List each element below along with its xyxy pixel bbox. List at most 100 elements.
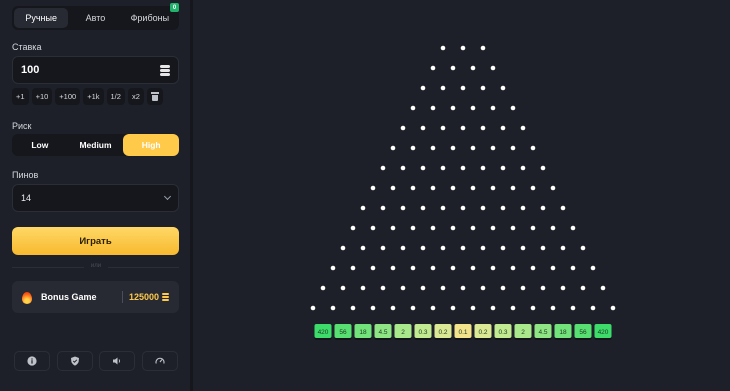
peg [570, 225, 576, 231]
peg [330, 305, 336, 311]
peg [510, 185, 516, 191]
peg [490, 265, 496, 271]
peg [350, 265, 356, 271]
peg [430, 105, 436, 111]
peg [480, 85, 486, 91]
footer-toolbar [14, 351, 178, 371]
peg [360, 245, 366, 251]
peg [490, 225, 496, 231]
multiplier-slot: 0.2 [434, 324, 452, 340]
peg [550, 265, 556, 271]
peg [510, 225, 516, 231]
fairness-button[interactable] [56, 351, 93, 371]
peg [510, 105, 516, 111]
peg [500, 125, 506, 131]
peg [490, 105, 496, 111]
peg [420, 125, 426, 131]
pins-label: Пинов [12, 170, 39, 180]
plinko-pegboard: 420 56 18 4.5 2 0.3 0.2 0.1 0.2 0.3 2 4.5 18 56 420 [310, 45, 616, 340]
risk-low-option[interactable]: Low [12, 134, 68, 156]
peg [450, 305, 456, 311]
peg [530, 145, 536, 151]
peg [370, 185, 376, 191]
peg [370, 225, 376, 231]
risk-high-option[interactable]: High [123, 134, 180, 156]
tab-manual[interactable]: Ручные [14, 8, 69, 28]
peg [360, 285, 366, 291]
peg [460, 285, 466, 291]
play-button[interactable]: Играть [12, 227, 179, 255]
peg [320, 285, 326, 291]
peg [450, 185, 456, 191]
peg [400, 125, 406, 131]
peg [440, 245, 446, 251]
peg [420, 165, 426, 171]
clear-bet-button[interactable] [146, 88, 163, 105]
control-panel: Ручные Авто Фрибоны 0 Ставка 100 +1 +10 … [0, 0, 190, 391]
multiplier-label: 18 [359, 329, 367, 336]
tab-freebets[interactable]: Фрибоны 0 [123, 3, 179, 28]
fire-icon [22, 291, 32, 304]
bet-double-button[interactable]: x2 [127, 88, 144, 105]
peg [480, 165, 486, 171]
peg [390, 225, 396, 231]
peg [450, 65, 456, 71]
multiplier-label: 0.3 [498, 329, 507, 336]
peg [410, 185, 416, 191]
peg [410, 145, 416, 151]
bet-plus-1-button[interactable]: +1 [12, 88, 29, 105]
peg [460, 125, 466, 131]
peg [370, 265, 376, 271]
multiplier-slot: 420 [314, 324, 332, 340]
peg [610, 305, 616, 311]
peg [390, 185, 396, 191]
risk-label: Риск [12, 121, 32, 131]
peg [450, 225, 456, 231]
bet-input[interactable]: 100 [12, 56, 179, 84]
bet-plus-100-button[interactable]: +100 [55, 88, 81, 105]
tab-auto[interactable]: Авто [68, 8, 122, 28]
peg [510, 265, 516, 271]
multiplier-slot: 0.1 [454, 324, 472, 340]
peg [430, 185, 436, 191]
plinko-board: 420 56 18 4.5 2 0.3 0.2 0.1 0.2 0.3 2 4.5 18 56 420 [190, 0, 730, 391]
peg [340, 285, 346, 291]
bet-plus-1k-button[interactable]: +1k [83, 88, 104, 105]
peg [470, 265, 476, 271]
pins-select[interactable]: 14 [12, 184, 179, 212]
peg [520, 205, 526, 211]
peg [430, 145, 436, 151]
mode-tabs: Ручные Авто Фрибоны 0 [12, 3, 179, 30]
peg [430, 305, 436, 311]
bet-half-button[interactable]: 1/2 [106, 88, 125, 105]
peg [430, 265, 436, 271]
speed-button[interactable] [141, 351, 178, 371]
peg [480, 205, 486, 211]
peg [500, 85, 506, 91]
peg [460, 165, 466, 171]
sound-button[interactable] [99, 351, 136, 371]
bonus-game-title: Bonus Game [41, 292, 97, 302]
bet-plus-10-button[interactable]: +10 [31, 88, 53, 105]
peg [410, 305, 416, 311]
tab-auto-label: Авто [85, 13, 106, 23]
risk-medium-option[interactable]: Medium [68, 134, 124, 156]
peg [460, 85, 466, 91]
peg [530, 265, 536, 271]
risk-selector: Low Medium High [12, 134, 180, 156]
peg [440, 85, 446, 91]
peg [370, 305, 376, 311]
info-button[interactable] [14, 351, 50, 371]
peg [440, 285, 446, 291]
peg [550, 225, 556, 231]
peg [530, 225, 536, 231]
peg [350, 225, 356, 231]
peg [520, 125, 526, 131]
peg [520, 245, 526, 251]
bonus-game-banner[interactable]: Bonus Game 125000 [12, 281, 179, 313]
peg [480, 125, 486, 131]
peg [590, 265, 596, 271]
peg [410, 265, 416, 271]
peg [540, 245, 546, 251]
peg [490, 185, 496, 191]
